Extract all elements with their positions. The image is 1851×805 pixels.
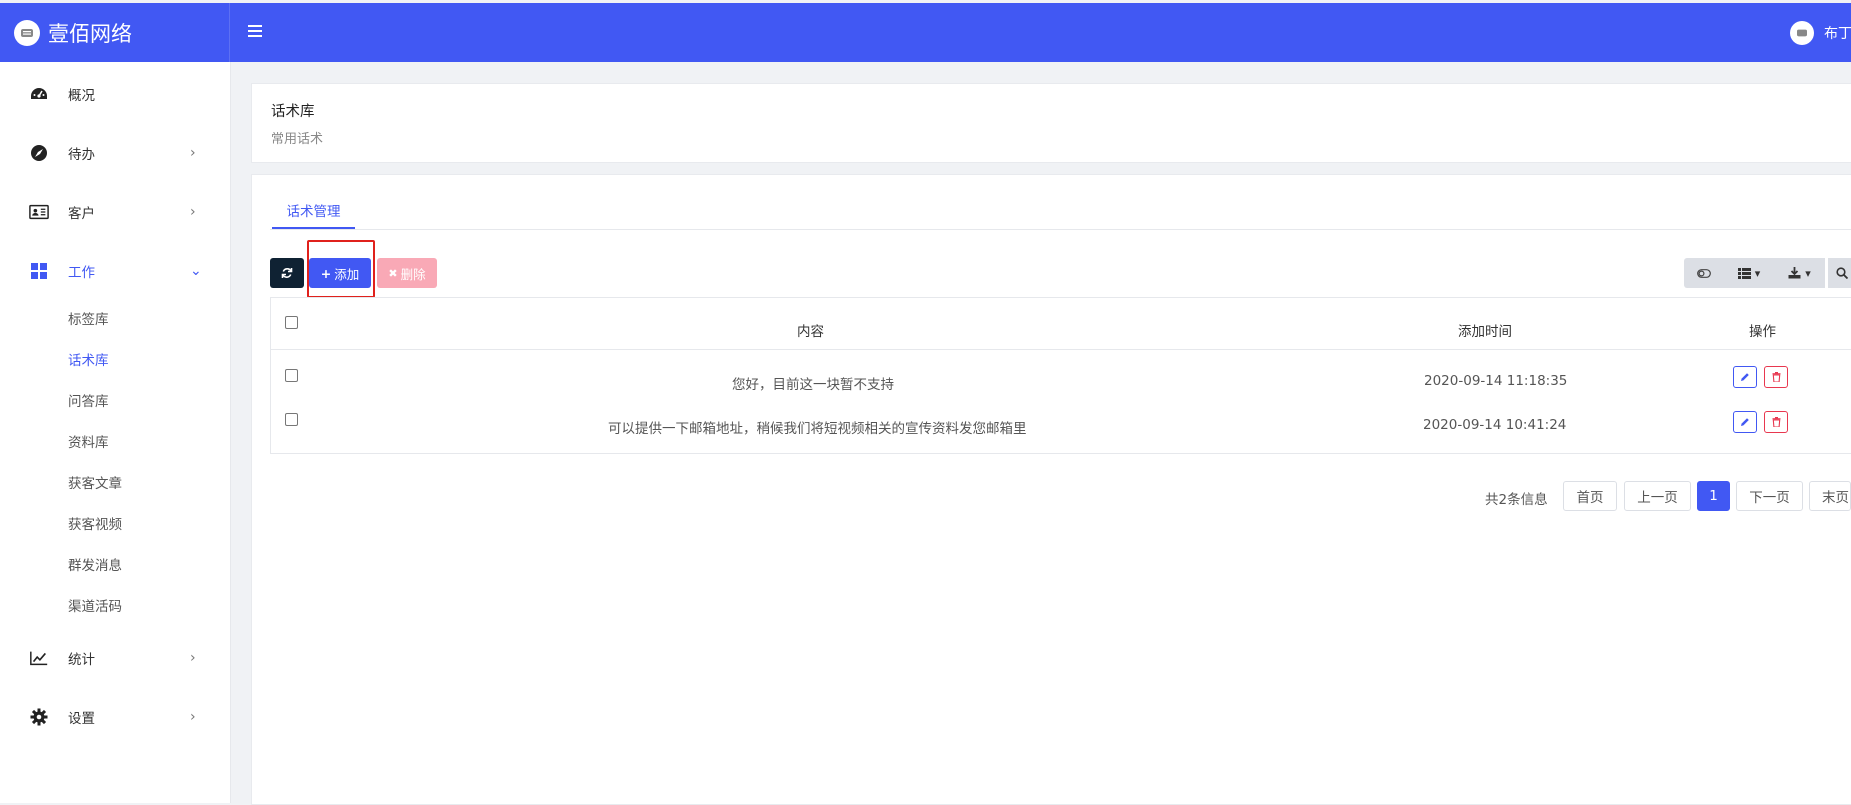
delete-button[interactable]: ✖ 删除 (377, 258, 437, 288)
delete-row-button[interactable] (1764, 366, 1788, 388)
pagination-first[interactable]: 首页 (1563, 481, 1617, 511)
logo[interactable]: 壹佰网络 (14, 3, 132, 62)
menu-toggle-icon[interactable] (248, 22, 262, 42)
close-icon: ✖ (388, 266, 398, 280)
pagination-next[interactable]: 下一页 (1736, 481, 1803, 511)
sidebar-subitem-tags[interactable]: 标签库 (68, 308, 109, 328)
download-icon (1788, 267, 1801, 279)
search-button[interactable] (1828, 258, 1851, 288)
row-checkbox[interactable] (285, 413, 298, 426)
edit-button[interactable] (1733, 411, 1757, 433)
dashboard-icon (29, 84, 49, 104)
user-menu[interactable]: 布丁 (1790, 3, 1851, 62)
sidebar-subitem-qa[interactable]: 问答库 (68, 390, 109, 410)
row-added-time: 2020-09-14 10:41:24 (1423, 417, 1567, 433)
edit-button[interactable] (1733, 366, 1757, 388)
logo-icon (14, 19, 40, 46)
top-bar: 壹佰网络 布丁 (0, 3, 1851, 62)
column-header-content: 内容 (797, 324, 824, 340)
tab-script-management[interactable]: 话术管理 (272, 190, 355, 229)
search-icon (1836, 267, 1848, 279)
sidebar-item-work[interactable]: 工作 ⌄ (0, 246, 230, 296)
trash-icon (1772, 372, 1780, 382)
chevron-right-icon: › (190, 204, 196, 220)
table-tools: ▾ ▾ (1684, 258, 1825, 288)
sidebar-item-settings[interactable]: 设置 › (0, 692, 230, 742)
toggle-view-button[interactable] (1684, 258, 1724, 288)
sidebar-subitem-videos[interactable]: 获客视频 (68, 513, 122, 533)
column-header-actions: 操作 (1749, 324, 1776, 340)
search-tool (1828, 258, 1851, 288)
sidebar-subitem-channel-code[interactable]: 渠道活码 (68, 595, 122, 615)
pagination-prev[interactable]: 上一页 (1624, 481, 1691, 511)
row-added-time: 2020-09-14 11:18:35 (1424, 373, 1568, 389)
sidebar-subitem-broadcast[interactable]: 群发消息 (68, 554, 122, 574)
row-content: 您好，目前这一块暂不支持 (732, 377, 894, 393)
refresh-icon (281, 268, 293, 278)
grid-icon (29, 261, 49, 281)
sidebar-subitem-materials[interactable]: 资料库 (68, 431, 109, 451)
id-card-icon (29, 202, 49, 222)
pagination-info: 共2条信息 (1485, 492, 1548, 508)
pagination-last[interactable]: 末页 (1809, 481, 1851, 511)
pagination-current-page[interactable]: 1 (1697, 481, 1730, 511)
app-name: 壹佰网络 (48, 21, 132, 46)
refresh-button[interactable] (270, 258, 304, 288)
sidebar-item-customers[interactable]: 客户 › (0, 187, 230, 237)
line-chart-icon (29, 648, 49, 668)
chevron-right-icon: › (190, 650, 196, 666)
sidebar: 概况 待办 › 客户 › 工作 ⌄ 标签库 话术库 问答库 资料库 获客文章 获… (0, 62, 231, 803)
plus-icon: + (320, 265, 332, 281)
columns-button[interactable]: ▾ (1724, 258, 1774, 288)
sidebar-item-stats[interactable]: 统计 › (0, 633, 230, 683)
pencil-icon (1741, 418, 1749, 426)
page-header-card (251, 83, 1851, 163)
avatar (1790, 20, 1814, 45)
list-icon (1737, 267, 1751, 279)
chevron-right-icon: › (190, 709, 196, 725)
scripts-table: 内容 添加时间 操作 您好，目前这一块暂不支持 2020-09-14 11:18… (270, 297, 1851, 454)
toggle-icon (1697, 268, 1711, 278)
chevron-down-icon: ⌄ (190, 263, 202, 279)
delete-row-button[interactable] (1764, 411, 1788, 433)
row-content: 可以提供一下邮箱地址，稍候我们将短视频相关的宣传资料发您邮箱里 (608, 421, 1027, 437)
gear-icon (29, 707, 49, 727)
page-subtitle: 常用话术 (271, 132, 324, 147)
row-checkbox[interactable] (285, 369, 298, 382)
sidebar-item-overview[interactable]: 概况 (0, 69, 230, 119)
compass-icon (29, 143, 49, 163)
select-all-checkbox[interactable] (285, 316, 298, 329)
chevron-right-icon: › (190, 145, 196, 161)
caret-down-icon: ▾ (1754, 266, 1761, 280)
user-name: 布丁 (1824, 25, 1851, 42)
trash-icon (1772, 417, 1780, 427)
pencil-icon (1741, 373, 1749, 381)
add-button[interactable]: + 添加 (309, 258, 371, 288)
sidebar-subitem-articles[interactable]: 获客文章 (68, 472, 122, 492)
caret-down-icon: ▾ (1805, 266, 1811, 280)
sidebar-item-todo[interactable]: 待办 › (0, 128, 230, 178)
page-title: 话术库 (271, 104, 315, 120)
sidebar-subitem-scripts[interactable]: 话术库 (68, 349, 109, 369)
column-header-added-time: 添加时间 (1458, 324, 1512, 340)
export-button[interactable]: ▾ (1774, 258, 1825, 288)
